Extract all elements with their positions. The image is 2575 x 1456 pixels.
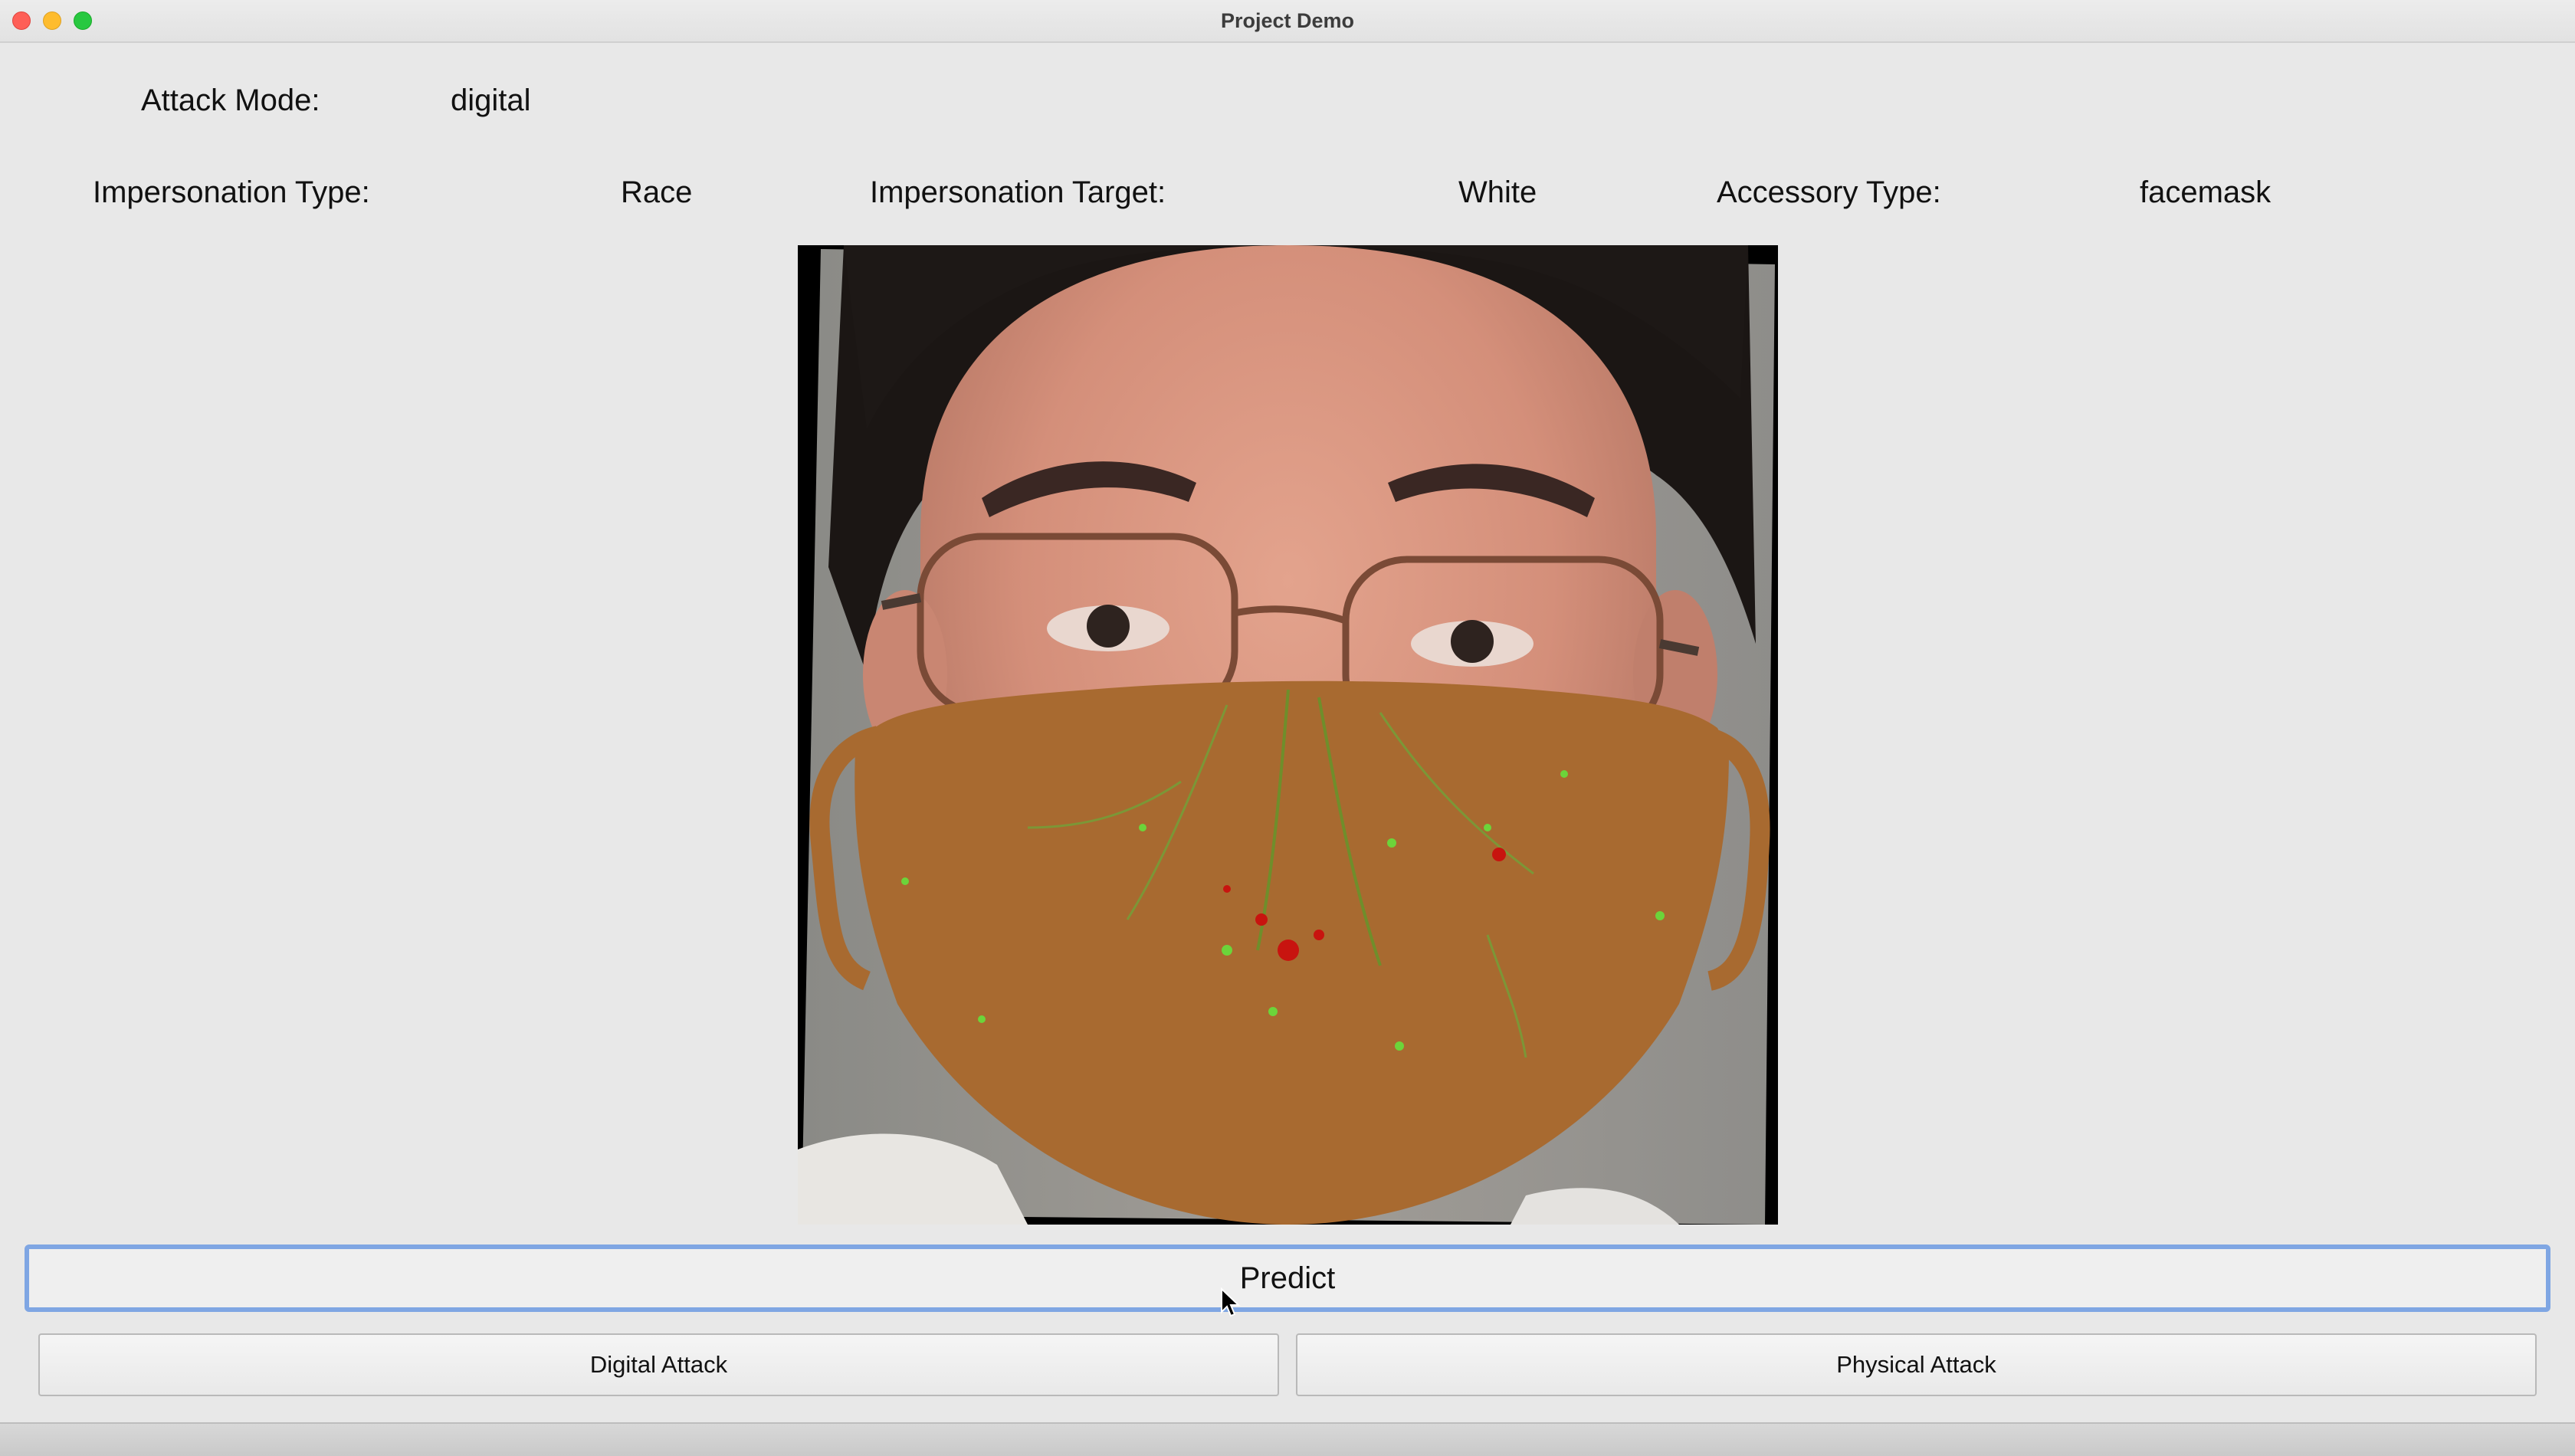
predict-button[interactable]: Predict — [25, 1244, 2550, 1312]
accessory-type-value: facemask — [2140, 175, 2272, 209]
impersonation-type-label: Impersonation Type: — [93, 175, 370, 209]
accessory-type-label: Accessory Type: — [1717, 175, 1941, 209]
digital-attack-button[interactable]: Digital Attack — [38, 1333, 1279, 1396]
arrow-cursor-icon — [1221, 1287, 1241, 1317]
window-title: Project Demo — [1220, 9, 1355, 32]
impersonation-target-value: White — [1458, 175, 1537, 209]
app-window: Project Demo Attack Mode: digital Impers… — [0, 0, 2575, 1456]
attack-mode-value: digital — [451, 84, 531, 117]
window-bottom-edge — [0, 1422, 2575, 1456]
face-image-with-adversarial-mask — [798, 245, 1778, 1225]
impersonation-target-label: Impersonation Target: — [870, 175, 1166, 209]
impersonation-type-value: Race — [621, 175, 693, 209]
physical-attack-button[interactable]: Physical Attack — [1296, 1333, 2537, 1396]
attack-mode-label: Attack Mode: — [141, 84, 320, 117]
title-bar: Project Demo — [0, 0, 2575, 43]
